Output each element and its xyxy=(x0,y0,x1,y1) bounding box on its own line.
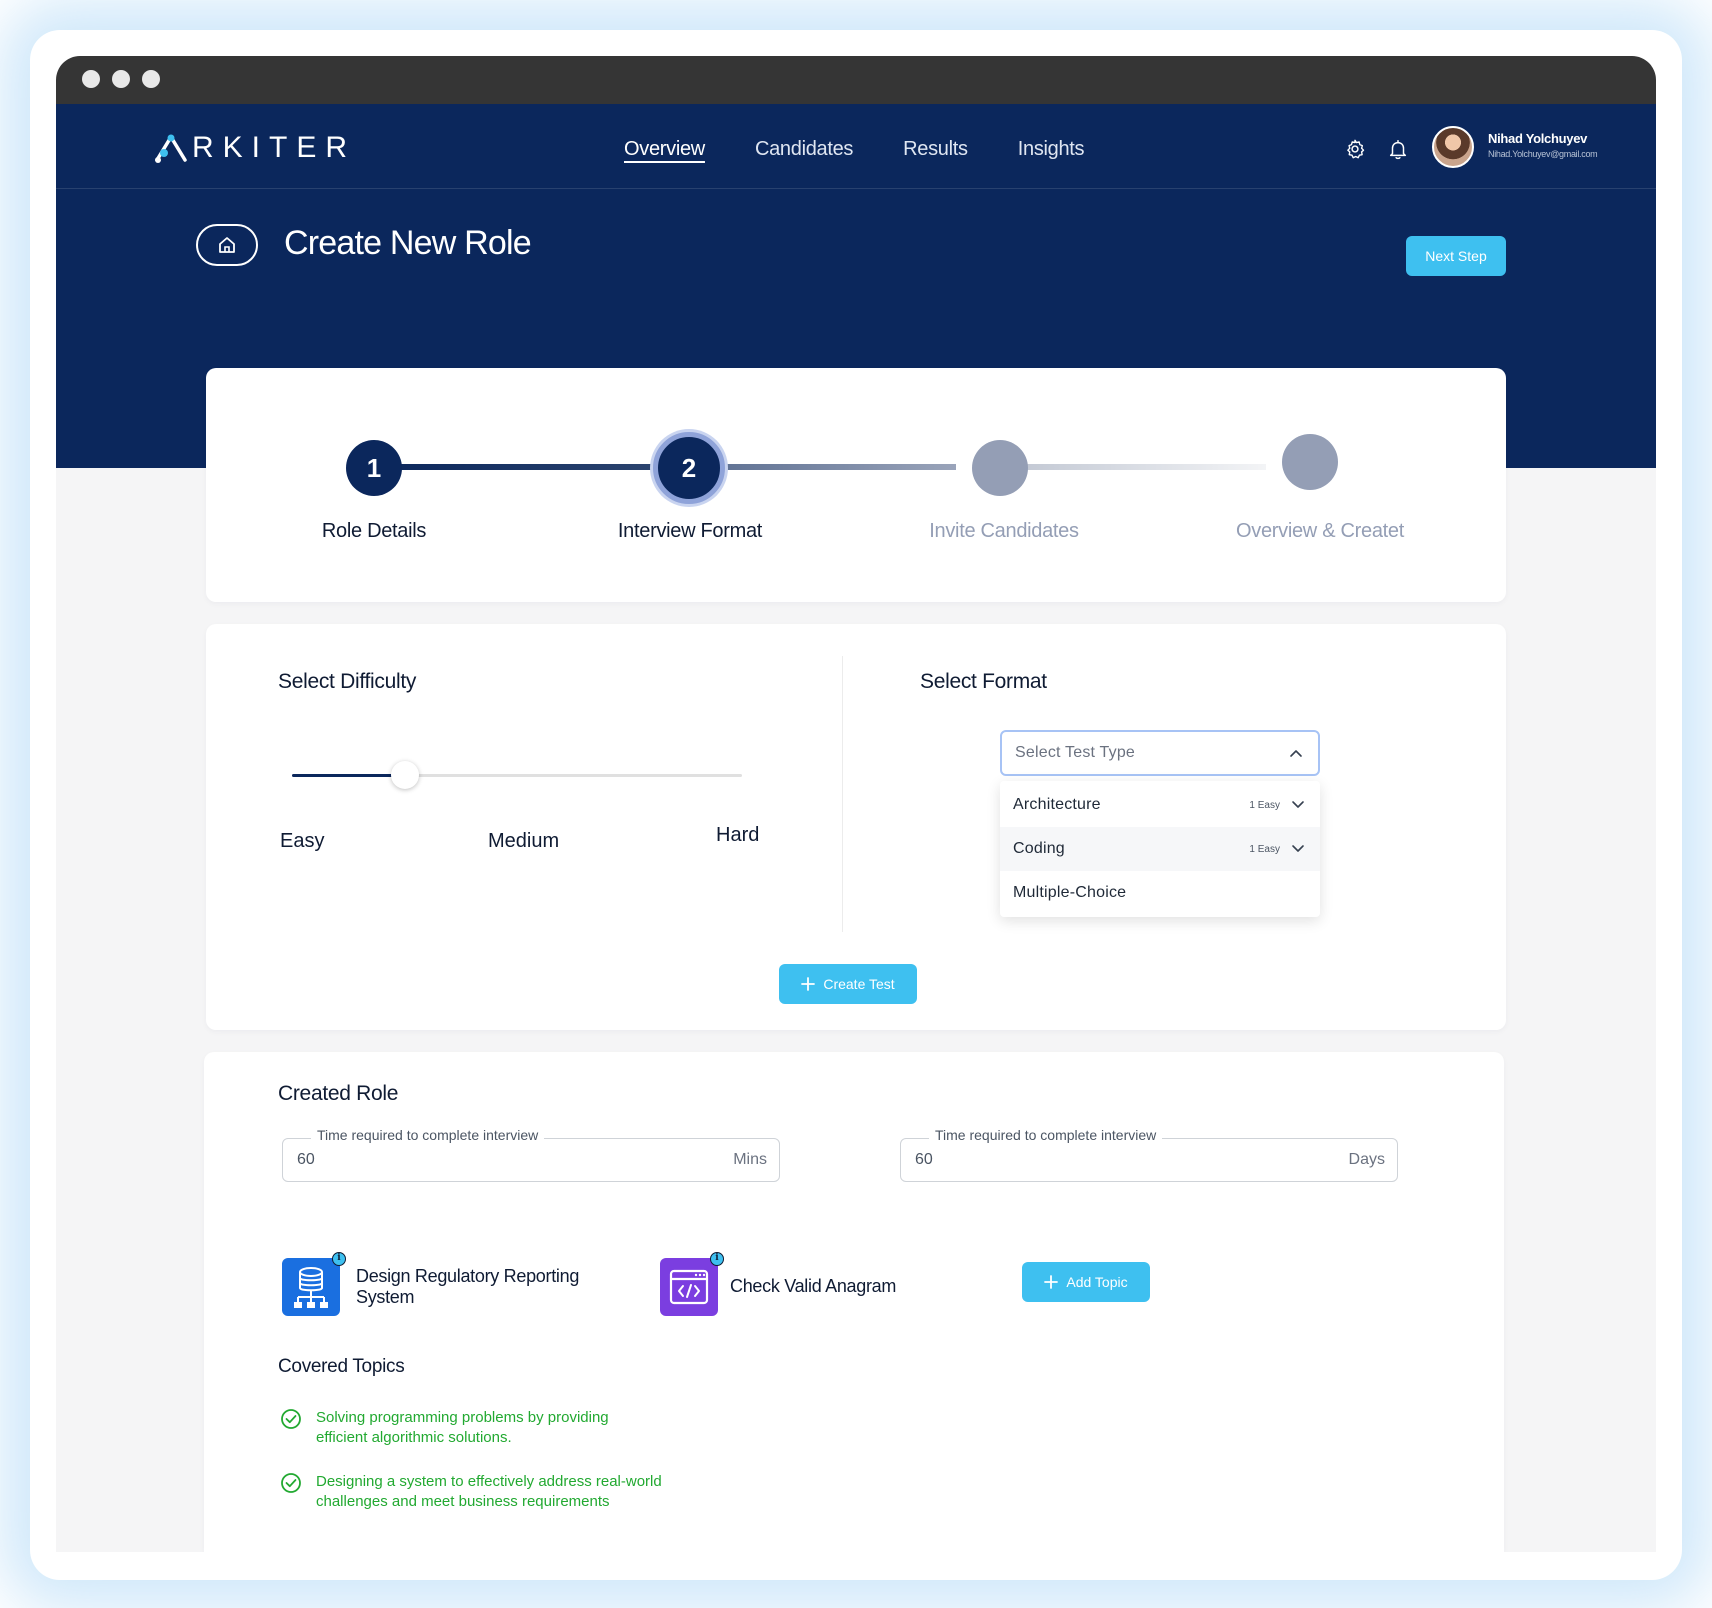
covered-topic-text: Designing a system to effectively addres… xyxy=(316,1472,716,1512)
difficulty-medium-label: Medium xyxy=(488,830,560,852)
format-title: Select Format xyxy=(920,670,1047,693)
slider-fill xyxy=(292,774,405,777)
covered-topic-text: Solving programming problems by providin… xyxy=(316,1408,676,1448)
topic-label-check-anagram: Check Valid Anagram xyxy=(730,1276,897,1296)
topic-label-line: Design Regulatory Reporting xyxy=(356,1266,580,1286)
home-icon xyxy=(219,237,235,253)
stepper-card: 1 2 Role Details Interview Format Invite… xyxy=(206,368,1506,602)
window-control-dot[interactable] xyxy=(142,70,160,88)
option-label: Architecture xyxy=(1013,796,1101,813)
step-1-circle[interactable]: 1 xyxy=(346,440,402,496)
logo-mark-icon xyxy=(155,134,187,163)
bell-icon[interactable] xyxy=(1387,138,1409,160)
covered-topic-item: Solving programming problems by providin… xyxy=(280,1408,676,1448)
chevron-down-icon[interactable] xyxy=(1290,796,1306,812)
field-value: 60 xyxy=(915,1151,933,1168)
create-test-label: Create Test xyxy=(823,976,895,992)
field-unit: Mins xyxy=(733,1151,767,1168)
option-label: Multiple-Choice xyxy=(1013,884,1127,901)
nav-insights[interactable]: Insights xyxy=(1018,138,1085,161)
option-architecture[interactable]: Architecture 1 Easy xyxy=(1000,783,1320,827)
created-role-card: Created Role Time required to complete i… xyxy=(204,1052,1504,1552)
logo-text: RKITER xyxy=(192,131,357,164)
option-badge: 1 Easy xyxy=(1249,844,1280,855)
add-topic-label: Add Topic xyxy=(1066,1274,1128,1290)
database-network-icon[interactable] xyxy=(282,1258,340,1316)
select-placeholder: Select Test Type xyxy=(1015,744,1136,761)
step-2-circle[interactable]: 2 xyxy=(653,432,725,504)
created-role-title: Created Role xyxy=(278,1082,399,1105)
step-connector xyxy=(386,464,676,470)
field-value: 60 xyxy=(297,1151,315,1168)
covered-topic-line: Designing a system to effectively addres… xyxy=(316,1473,662,1490)
interview-config-card: Select Difficulty Easy Medium Hard Selec… xyxy=(206,624,1506,1030)
add-topic-button[interactable]: Add Topic xyxy=(1022,1262,1150,1302)
step-label-overview-create: Overview & Createt xyxy=(1236,520,1404,542)
info-icon[interactable]: i xyxy=(332,1252,346,1266)
covered-topic-line: efficient algorithmic solutions. xyxy=(316,1429,512,1446)
difficulty-slider[interactable] xyxy=(292,761,742,789)
page-title: Create New Role xyxy=(284,224,532,262)
nav-links: Overview Candidates Results Insights xyxy=(624,138,1085,161)
slider-thumb[interactable] xyxy=(390,761,419,789)
nav-overview[interactable]: Overview xyxy=(624,138,705,161)
step-number: 1 xyxy=(366,452,382,483)
step-number: 2 xyxy=(681,452,697,483)
field-legend: Time required to complete interview xyxy=(311,1127,545,1143)
step-3-circle[interactable] xyxy=(972,440,1028,496)
user-email: Nihad.Yolchuyev@gmail.com xyxy=(1488,149,1598,159)
step-label-invite-candidates: Invite Candidates xyxy=(929,520,1079,542)
option-badge: 1 Easy xyxy=(1249,800,1280,811)
step-connector xyxy=(696,464,956,470)
covered-topics-title: Covered Topics xyxy=(278,1356,405,1377)
window-control-dot[interactable] xyxy=(112,70,130,88)
field-unit: Days xyxy=(1348,1151,1385,1168)
nav-candidates[interactable]: Candidates xyxy=(755,138,853,161)
covered-topic-line: Solving programming problems by providin… xyxy=(316,1409,609,1426)
home-button[interactable] xyxy=(196,224,258,266)
test-type-select[interactable]: Select Test Type xyxy=(1000,730,1320,776)
option-multiple-choice[interactable]: Multiple-Choice xyxy=(1000,871,1320,915)
step-label-interview-format: Interview Format xyxy=(617,520,763,542)
top-nav: RKITER Overview Candidates Results Insig… xyxy=(56,104,1656,189)
test-type-dropdown: Architecture 1 Easy Coding 1 Easy Multip… xyxy=(1000,781,1320,917)
completion-window-field[interactable]: Time required to complete interview 60 D… xyxy=(900,1127,1398,1182)
option-label: Coding xyxy=(1013,840,1065,857)
option-coding[interactable]: Coding 1 Easy xyxy=(1000,827,1320,871)
interview-duration-field[interactable]: Time required to complete interview 60 M… xyxy=(282,1127,780,1182)
browser-window: RKITER Overview Candidates Results Insig… xyxy=(56,56,1656,1552)
difficulty-title: Select Difficulty xyxy=(278,670,417,693)
chevron-down-icon[interactable] xyxy=(1290,840,1306,856)
avatar[interactable] xyxy=(1432,126,1474,168)
step-connector xyxy=(1006,464,1266,470)
step-4-circle[interactable] xyxy=(1282,434,1338,490)
covered-topic-item: Designing a system to effectively addres… xyxy=(280,1472,716,1512)
step-label-role-details: Role Details xyxy=(321,520,427,542)
covered-topic-line: challenges and meet business requirement… xyxy=(316,1493,610,1510)
topic-label-line: System xyxy=(356,1287,415,1307)
gear-icon[interactable] xyxy=(1344,138,1366,160)
section-divider xyxy=(842,656,843,932)
plus-icon xyxy=(1044,1275,1059,1289)
difficulty-hard-label: Hard xyxy=(716,824,760,846)
create-test-button[interactable]: Create Test xyxy=(779,964,917,1004)
next-step-button[interactable]: Next Step xyxy=(1406,236,1506,276)
info-icon[interactable]: i xyxy=(710,1252,724,1266)
field-legend: Time required to complete interview xyxy=(929,1127,1163,1143)
chevron-up-icon xyxy=(1290,750,1302,757)
user-name: Nihad Yolchuyev xyxy=(1488,131,1588,146)
app-logo[interactable]: RKITER xyxy=(154,131,357,164)
plus-icon xyxy=(801,977,816,991)
difficulty-easy-label: Easy xyxy=(280,830,325,852)
check-circle-icon xyxy=(281,1409,301,1429)
code-window-icon[interactable] xyxy=(660,1258,718,1316)
window-control-dot[interactable] xyxy=(82,70,100,88)
check-circle-icon xyxy=(281,1473,301,1493)
nav-results[interactable]: Results xyxy=(903,138,968,161)
window-titlebar xyxy=(56,56,1656,104)
topic-label-design-regulatory: Design Regulatory Reporting System xyxy=(356,1266,579,1308)
